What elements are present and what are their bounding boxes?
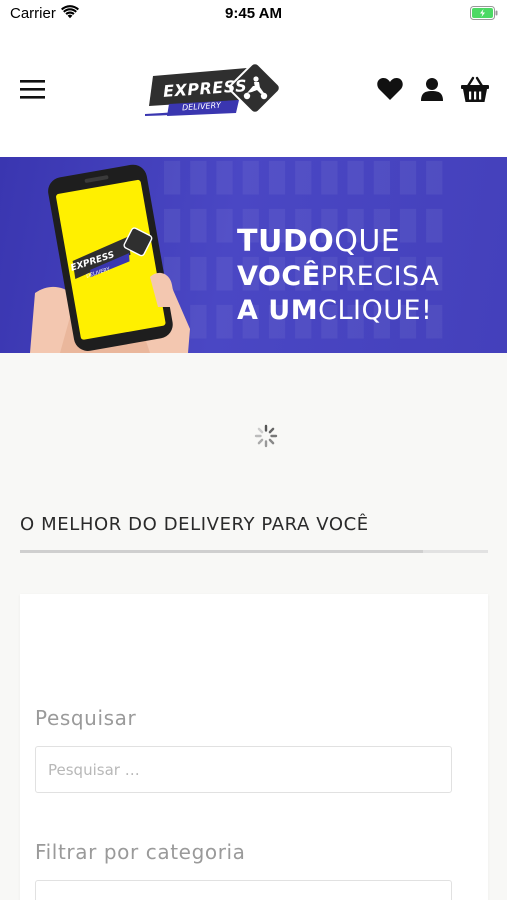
- account-button[interactable]: [420, 76, 444, 107]
- user-icon: [421, 78, 443, 101]
- banner-line-2-bold: VOCÊ: [237, 261, 321, 292]
- section-title: O MELHOR DO DELIVERY PARA VOCÊ: [20, 514, 369, 535]
- banner-line-1-regular: QUE: [334, 224, 401, 259]
- search-label: Pesquisar: [35, 706, 137, 730]
- banner-line-1: TUDOQUE: [237, 225, 400, 259]
- clock: 9:45 AM: [225, 5, 282, 22]
- battery-icon: [470, 6, 498, 25]
- banner-line-3: A UMCLIQUE!: [237, 294, 432, 328]
- hand-holding-phone-image: [30, 164, 190, 353]
- favorites-button[interactable]: [376, 76, 404, 107]
- banner-line-3-bold: A UM: [237, 295, 319, 326]
- banner-line-1-bold: TUDO: [237, 224, 335, 259]
- category-select[interactable]: [35, 880, 452, 900]
- search-input[interactable]: [35, 746, 452, 793]
- status-bar: Carrier 9:45 AM: [0, 0, 507, 30]
- section-divider-accent: [20, 550, 423, 553]
- banner-line-3-regular: CLIQUE!: [318, 295, 433, 326]
- menu-icon: [20, 80, 45, 99]
- app-header: EXPRESS DELIVERY: [0, 30, 507, 157]
- basket-icon: [461, 76, 489, 102]
- menu-button[interactable]: [20, 78, 50, 104]
- heart-icon: [377, 77, 403, 100]
- category-filter-label: Filtrar por categoria: [35, 840, 246, 864]
- banner-line-2: VOCÊPRECISA: [237, 260, 439, 294]
- banner-line-2-regular: PRECISA: [320, 261, 440, 292]
- cart-button[interactable]: [460, 76, 490, 109]
- promo-banner[interactable]: ▮▮▮▮▮▮▮▮▮▮▮ ▮▮▮▮▮▮▮▮▮▮▮ ▮▮▮▮▮▮▮▮▮▮▮ ▮▮▮▮…: [0, 157, 507, 353]
- express-delivery-logo[interactable]: EXPRESS DELIVERY: [143, 60, 285, 122]
- loading-spinner-icon: [254, 424, 278, 448]
